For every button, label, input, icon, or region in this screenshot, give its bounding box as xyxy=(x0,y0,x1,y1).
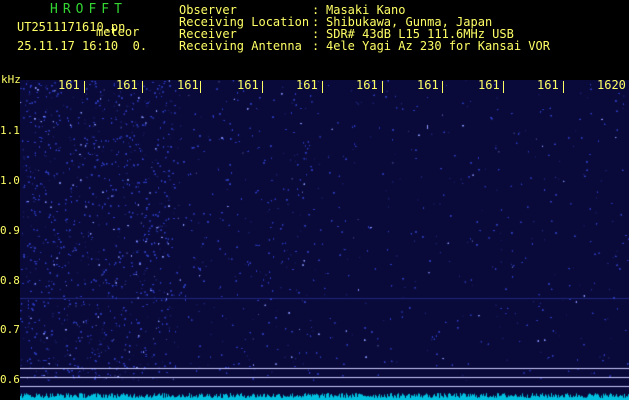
freq-tick-label: 161 xyxy=(116,78,138,92)
freq-tick-label: 161 xyxy=(417,78,439,92)
freq-tick-label: 161 xyxy=(537,78,559,92)
y-tick-label: 0.7 xyxy=(0,323,20,336)
freq-tick-mark xyxy=(503,81,504,93)
freq-tick-mark xyxy=(442,81,443,93)
extra-value: 0. xyxy=(132,39,148,53)
datetime: 25.11.17 16:10 xyxy=(17,39,119,53)
app-title: HROFFT xyxy=(50,2,127,17)
antenna-colon: : xyxy=(312,39,320,53)
mode-label: meteor xyxy=(96,25,140,39)
y-tick-label: 0.6 xyxy=(0,373,20,386)
freq-tick-label: 1620 xyxy=(597,78,626,92)
freq-tick-label: 161 xyxy=(478,78,500,92)
y-tick-label: 0.9 xyxy=(0,224,20,237)
freq-tick-mark xyxy=(84,81,85,93)
freq-tick-label: 161 xyxy=(296,78,318,92)
freq-tick-mark xyxy=(563,81,564,93)
spectrogram-canvas xyxy=(20,80,629,400)
freq-tick-mark xyxy=(200,81,201,93)
freq-tick-label: 161 xyxy=(58,78,80,92)
unit-label: kHz xyxy=(1,73,21,86)
freq-tick-label: 161 xyxy=(177,78,199,92)
y-tick-label: 1.1 xyxy=(0,124,20,137)
freq-tick-label: 161 xyxy=(356,78,378,92)
freq-tick-label: 161 xyxy=(237,78,259,92)
antenna-label: Receiving Antenna xyxy=(179,39,302,53)
freq-tick-mark xyxy=(142,81,143,93)
y-tick-label: 0.8 xyxy=(0,274,20,287)
freq-tick-mark xyxy=(262,81,263,93)
y-tick-label: 1.0 xyxy=(0,174,20,187)
antenna-value: 4ele Yagi Az 230 for Kansai VOR xyxy=(326,39,550,53)
freq-tick-mark xyxy=(382,81,383,93)
freq-tick-mark xyxy=(322,81,323,93)
datetime-row: 25.11.17 16:10 0. xyxy=(17,40,147,52)
